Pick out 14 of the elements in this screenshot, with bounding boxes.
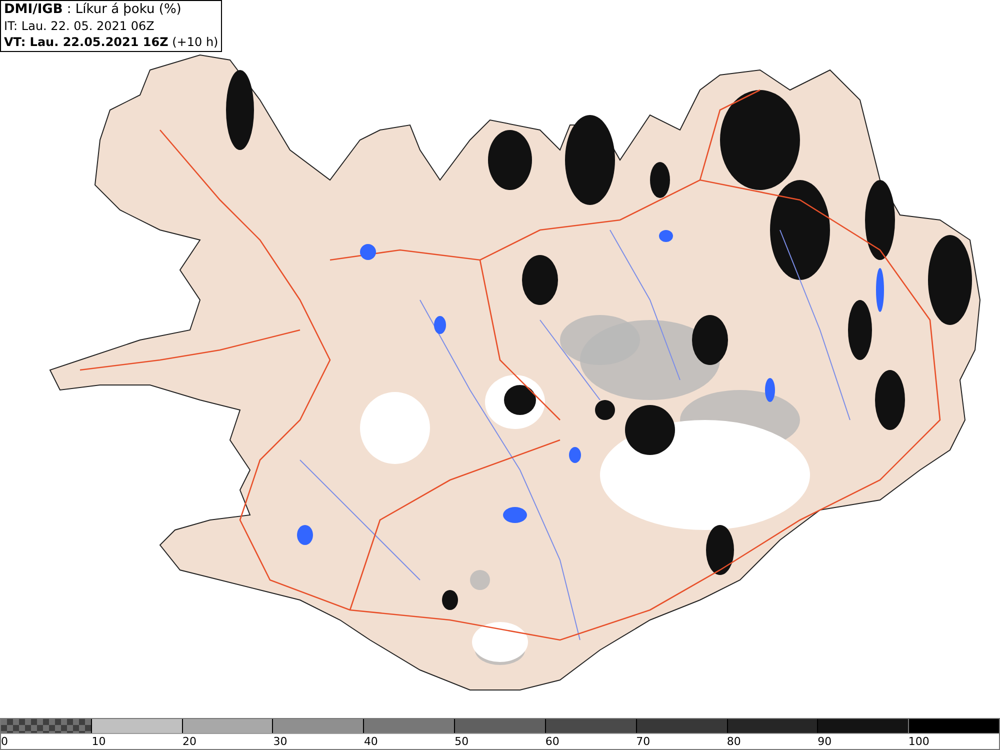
- legend-label: 10: [92, 735, 106, 748]
- legend-label: 100: [908, 735, 930, 748]
- header-line: VT: Lau. 22.05.2021 16Z (+10 h): [4, 34, 218, 50]
- header-line: IT: Lau. 22. 05. 2021 06Z: [4, 18, 156, 34]
- legend-label: 0: [1, 735, 8, 748]
- legend-label: 30: [273, 735, 288, 748]
- legend-label: 20: [182, 735, 196, 748]
- legend-label: 40: [364, 735, 378, 748]
- header-line: DMI/IGB : Líkur á þoku (%): [4, 2, 182, 18]
- legend-label: 70: [636, 735, 650, 748]
- legend-label: 90: [818, 735, 832, 748]
- legend-label: 60: [545, 735, 560, 748]
- legend-label: 80: [726, 735, 741, 748]
- legend-label: 50: [454, 735, 469, 748]
